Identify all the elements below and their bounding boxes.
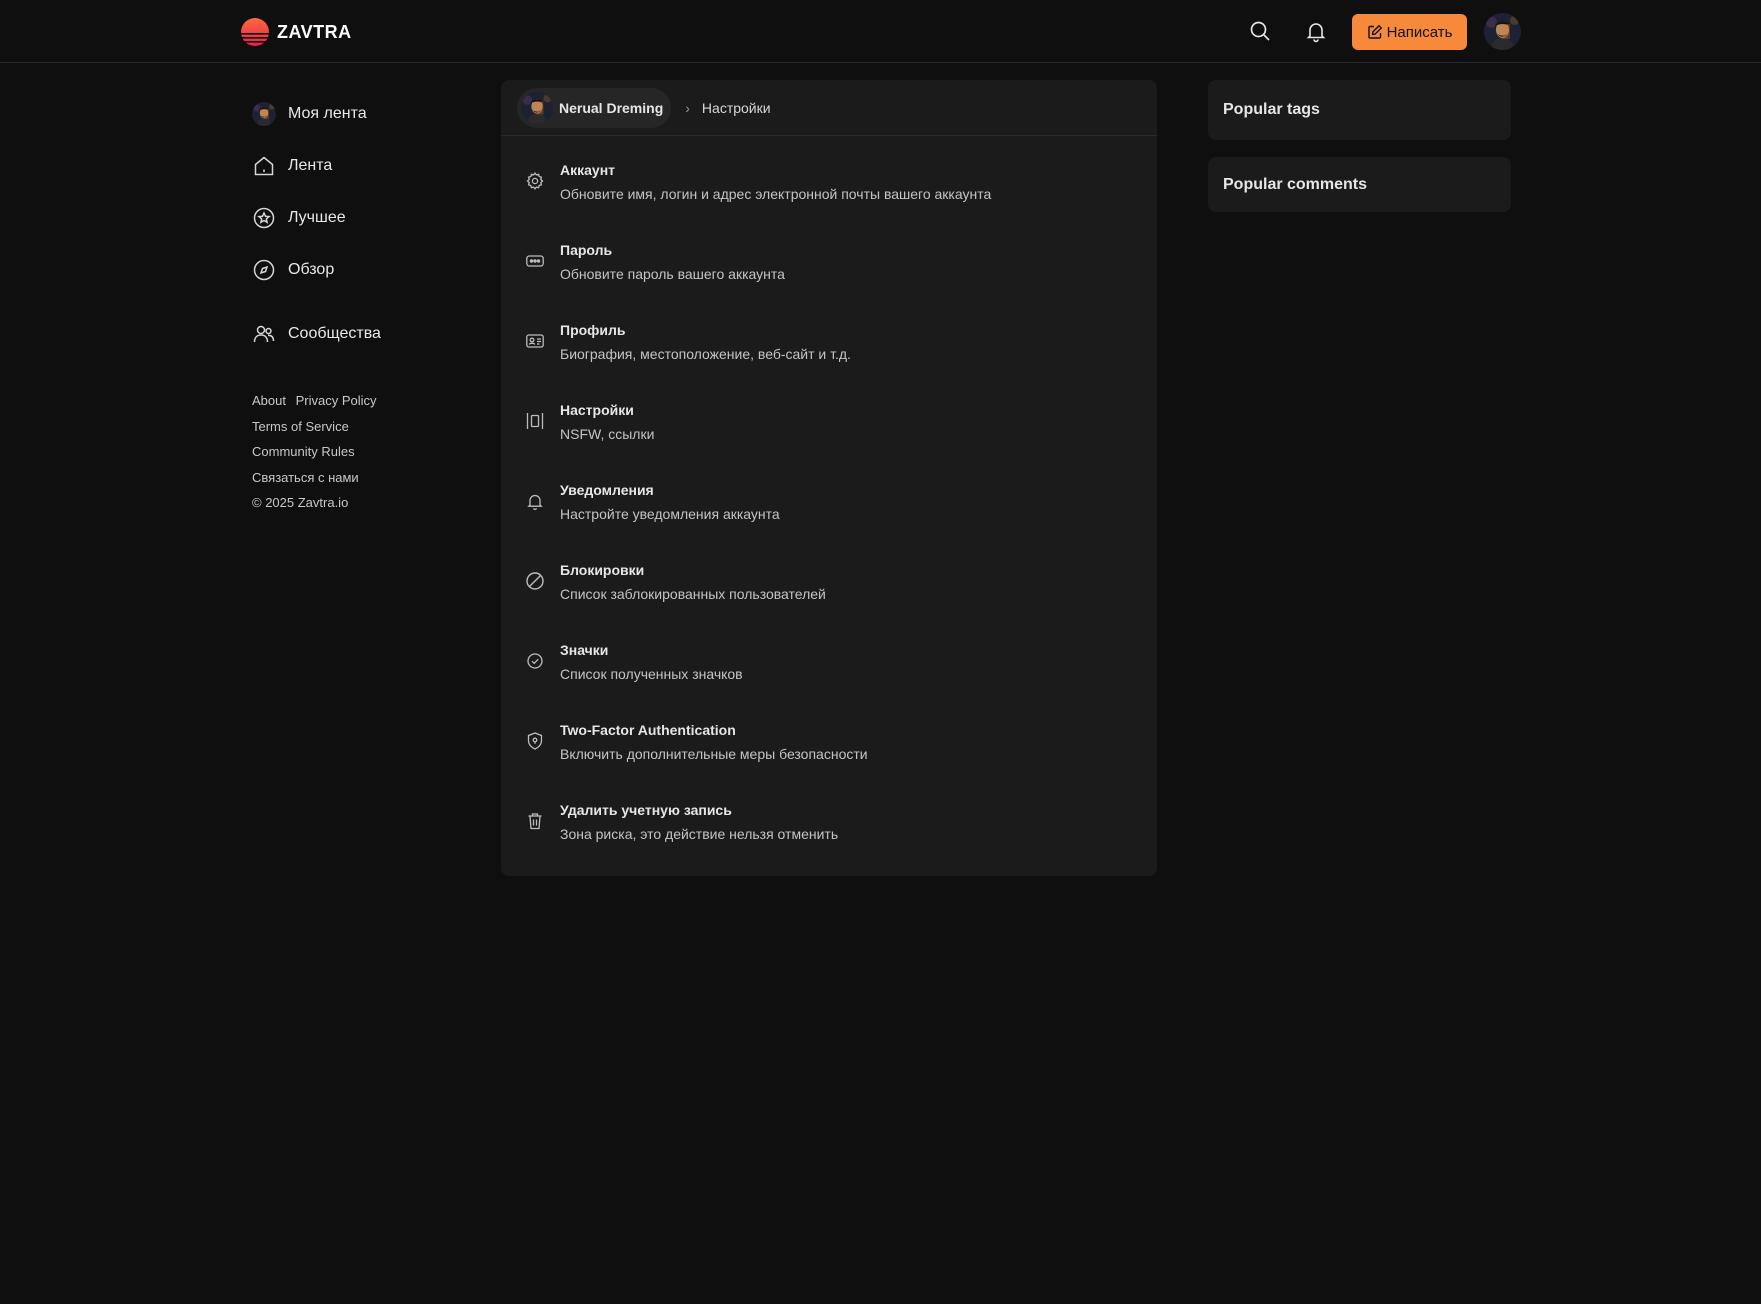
- settings-item-description: Обновите имя, логин и адрес электронной …: [560, 186, 992, 202]
- search-icon: [1250, 21, 1270, 41]
- widget-title: Popular tags: [1223, 101, 1320, 118]
- sidebar-item-label: Лента: [288, 157, 333, 174]
- rules-link[interactable]: Community Rules: [252, 444, 355, 459]
- sidebar-item-communities[interactable]: Сообщества: [252, 308, 472, 360]
- top-bar: ZAVTRA Написать: [0, 0, 1761, 63]
- settings-item-blocks[interactable]: Блокировки Список заблокированных пользо…: [501, 546, 1157, 626]
- settings-item-preferences[interactable]: Настройки NSFW, ссылки: [501, 386, 1157, 466]
- settings-item-title: Two-Factor Authentication: [560, 722, 736, 738]
- user-chip[interactable]: Nerual Dreming: [517, 87, 672, 128]
- badge-check-icon: [525, 651, 545, 671]
- notifications-button[interactable]: [1301, 16, 1331, 46]
- logo-mark-icon: [241, 18, 269, 46]
- settings-item-title: Настройки: [560, 402, 634, 418]
- settings-item-two-factor[interactable]: Two-Factor Authentication Включить допол…: [501, 706, 1157, 786]
- settings-item-password[interactable]: Пароль Обновите пароль вашего аккаунта: [501, 226, 1157, 306]
- sidebar-item-best[interactable]: Лучшее: [252, 192, 472, 244]
- copyright: © 2025 Zavtra.io: [252, 495, 349, 510]
- settings-item-description: Обновите пароль вашего аккаунта: [560, 266, 785, 282]
- settings-item-description: Биография, местоположение, веб-сайт и т.…: [560, 346, 851, 362]
- password-icon: [525, 251, 545, 271]
- popular-tags-widget: Popular tags: [1208, 80, 1511, 140]
- settings-item-description: Настройте уведомления аккаунта: [560, 506, 780, 522]
- settings-item-title: Аккаунт: [560, 162, 616, 178]
- user-avatar-button[interactable]: [1484, 13, 1521, 50]
- popular-comments-widget: Popular comments: [1208, 157, 1511, 212]
- settings-item-description: Зона риска, это действие нельзя отменить: [560, 826, 839, 842]
- settings-item-title: Уведомления: [560, 482, 654, 498]
- settings-item-account[interactable]: Аккаунт Обновите имя, логин и адрес элек…: [501, 146, 1157, 226]
- sidebar-item-label: Сообщества: [288, 325, 381, 342]
- settings-item-title: Значки: [560, 642, 609, 658]
- compass-icon: [252, 258, 276, 282]
- columns-icon: [525, 411, 545, 431]
- left-sidebar: Моя лента Лента Лучшее Обзор Сообщества: [252, 88, 472, 360]
- breadcrumb: Nerual Dreming › Настройки: [501, 80, 1157, 136]
- block-icon: [525, 571, 545, 591]
- contact-link[interactable]: Связаться с нами: [252, 470, 359, 485]
- settings-item-description: Включить дополнительные меры безопасност…: [560, 746, 868, 762]
- bell-icon: [525, 491, 545, 511]
- settings-item-title: Пароль: [560, 242, 613, 258]
- search-button[interactable]: [1245, 16, 1275, 46]
- avatar: [252, 102, 276, 126]
- write-button[interactable]: Написать: [1352, 14, 1467, 50]
- trash-icon: [525, 811, 545, 831]
- avatar: [521, 92, 553, 124]
- sidebar-item-label: Обзор: [288, 261, 335, 278]
- shield-icon: [525, 731, 545, 751]
- settings-item-notifications[interactable]: Уведомления Настройте уведомления аккаун…: [501, 466, 1157, 546]
- settings-item-description: Список полученных значков: [560, 666, 743, 682]
- avatar: [1484, 13, 1521, 50]
- settings-item-description: NSFW, ссылки: [560, 426, 655, 442]
- settings-item-badges[interactable]: Значки Список полученных значков: [501, 626, 1157, 706]
- gear-icon: [525, 171, 545, 191]
- home-icon: [252, 154, 276, 178]
- settings-item-title: Удалить учетную запись: [560, 802, 732, 818]
- settings-list: Аккаунт Обновите имя, логин и адрес элек…: [501, 136, 1157, 866]
- breadcrumb-current: Настройки: [701, 99, 771, 116]
- bell-icon: [1306, 23, 1326, 43]
- sidebar-item-my-feed[interactable]: Моя лента: [252, 88, 472, 140]
- id-card-icon: [525, 331, 545, 351]
- settings-item-description: Список заблокированных пользователей: [560, 586, 826, 602]
- sidebar-item-label: Лучшее: [288, 209, 346, 226]
- user-name: Nerual Dreming: [559, 99, 664, 116]
- widget-title: Popular comments: [1223, 175, 1368, 193]
- settings-item-profile[interactable]: Профиль Биография, местоположение, веб-с…: [501, 306, 1157, 386]
- about-link[interactable]: About: [252, 393, 286, 408]
- chevron-right-icon: ›: [685, 99, 690, 116]
- settings-card: Nerual Dreming › Настройки Аккаунт Обнов…: [501, 80, 1157, 876]
- sidebar-footer: About Privacy Policy Terms of Service Co…: [252, 388, 377, 516]
- users-icon: [252, 322, 276, 346]
- write-button-label: Написать: [1386, 23, 1453, 41]
- settings-item-title: Профиль: [560, 322, 626, 338]
- sidebar-item-explore[interactable]: Обзор: [252, 244, 472, 296]
- privacy-link[interactable]: Privacy Policy: [296, 393, 377, 408]
- star-icon: [252, 206, 276, 230]
- sidebar-item-label: Моя лента: [288, 105, 367, 122]
- logo-text: ZAVTRA: [277, 21, 352, 42]
- settings-item-title: Блокировки: [560, 562, 645, 578]
- settings-item-delete-account[interactable]: Удалить учетную запись Зона риска, это д…: [501, 786, 1157, 866]
- terms-link[interactable]: Terms of Service: [252, 419, 349, 434]
- edit-icon: [1367, 24, 1382, 39]
- sidebar-item-feed[interactable]: Лента: [252, 140, 472, 192]
- logo[interactable]: ZAVTRA: [241, 18, 352, 46]
